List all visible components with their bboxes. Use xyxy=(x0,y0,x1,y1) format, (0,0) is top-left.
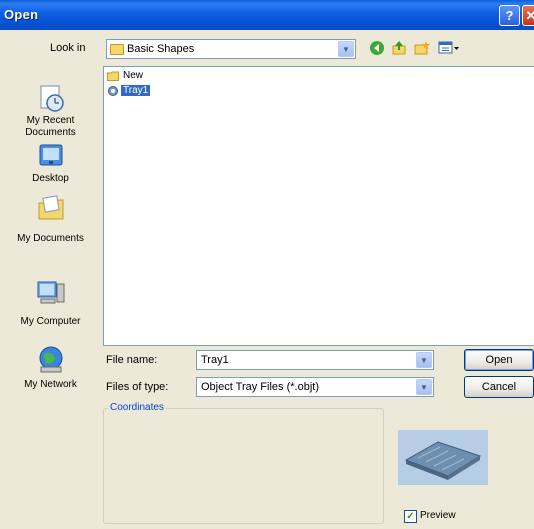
file-name-label: File name: xyxy=(106,354,158,366)
place-label: My Network xyxy=(24,379,77,390)
file-type-value: Object Tray Files (*.objt) xyxy=(201,381,319,393)
my-documents-icon xyxy=(35,193,67,223)
back-icon[interactable] xyxy=(368,40,386,58)
title-bar[interactable]: Open ? ✕ xyxy=(0,0,534,30)
place-desktop[interactable]: Desktop xyxy=(3,141,98,185)
place-label: My Computer xyxy=(20,316,81,327)
folder-icon xyxy=(107,71,119,81)
views-menu-icon[interactable] xyxy=(436,40,462,58)
file-name-input[interactable]: Tray1 ▼ xyxy=(196,350,434,370)
list-item[interactable]: New xyxy=(107,70,145,84)
preview-label: Preview xyxy=(420,510,456,521)
help-button[interactable]: ? xyxy=(499,5,520,26)
file-list[interactable]: New Tray1 xyxy=(103,66,534,346)
desktop-icon xyxy=(35,141,67,171)
place-recent-documents[interactable]: My Recent Documents xyxy=(3,83,98,139)
place-label: My Documents xyxy=(17,233,84,244)
look-in-label: Look in xyxy=(50,42,86,54)
chevron-down-icon[interactable]: ▼ xyxy=(416,352,432,368)
coordinates-label: Coordinates xyxy=(108,402,166,413)
cancel-button[interactable]: Cancel xyxy=(464,376,534,398)
place-my-computer[interactable]: My Computer xyxy=(3,278,98,328)
place-label: My Recent Documents xyxy=(25,115,76,138)
recent-documents-icon xyxy=(35,83,67,113)
look-in-combo[interactable]: Basic Shapes ▼ xyxy=(106,39,356,59)
my-computer-icon xyxy=(35,278,67,308)
place-my-network[interactable]: My Network xyxy=(3,345,98,391)
look-in-value: Basic Shapes xyxy=(127,43,195,55)
places-bar: My Recent Documents Desktop My Documents… xyxy=(3,63,98,398)
preview-checkbox[interactable]: ✓ xyxy=(404,510,417,523)
list-item[interactable]: Tray1 xyxy=(107,85,151,99)
file-name-value: Tray1 xyxy=(201,354,229,366)
folder-icon xyxy=(110,44,124,55)
preview-image xyxy=(398,430,488,485)
file-name: New xyxy=(123,70,144,81)
file-type-select[interactable]: Object Tray Files (*.objt) ▼ xyxy=(196,377,434,397)
close-button[interactable]: ✕ xyxy=(522,5,534,26)
place-my-documents[interactable]: My Documents xyxy=(3,193,98,245)
chevron-down-icon[interactable]: ▼ xyxy=(416,379,432,395)
place-label: Desktop xyxy=(32,173,69,184)
up-folder-icon[interactable] xyxy=(390,40,408,58)
tray-file-icon xyxy=(107,85,119,96)
open-button[interactable]: Open xyxy=(464,349,534,371)
file-type-label: Files of type: xyxy=(106,381,169,393)
coordinates-group: Coordinates xyxy=(103,402,384,524)
my-network-icon xyxy=(35,345,67,375)
chevron-down-icon[interactable]: ▼ xyxy=(338,41,354,57)
file-name: Tray1 xyxy=(121,85,151,96)
window-title: Open xyxy=(4,7,39,22)
new-folder-icon[interactable] xyxy=(413,40,431,58)
